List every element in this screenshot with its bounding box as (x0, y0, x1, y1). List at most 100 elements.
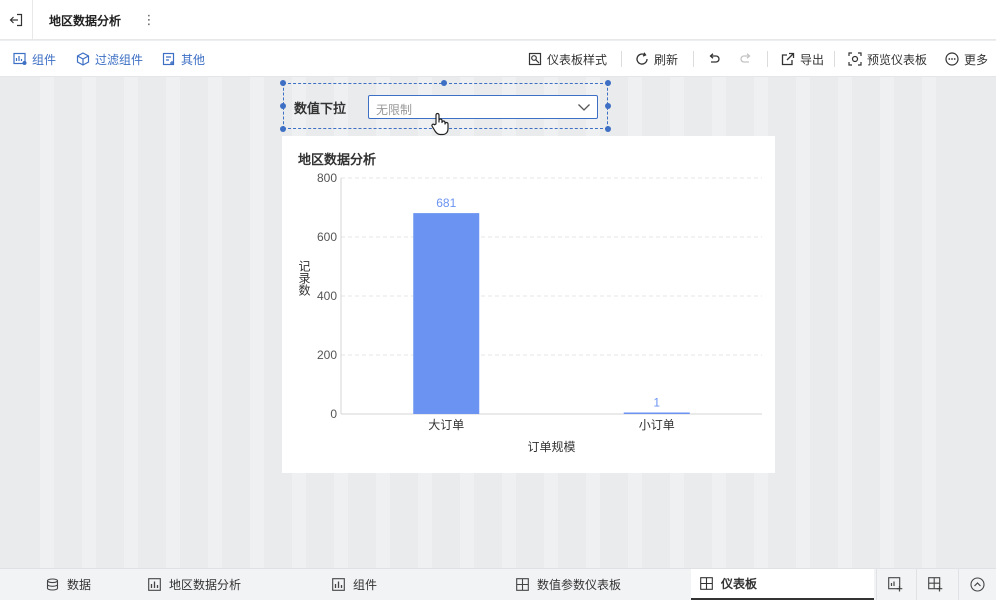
resize-handle[interactable] (280, 80, 286, 86)
tab-label: 地区数据分析 (49, 13, 122, 28)
tab-component-label: 组件 (353, 578, 378, 592)
resize-handle[interactable] (280, 126, 286, 132)
resize-handle[interactable] (280, 103, 286, 109)
hand-cursor-icon (431, 112, 449, 136)
export-button[interactable]: 导出 (781, 41, 824, 77)
bar (413, 213, 480, 414)
chevron-down-icon (578, 104, 590, 111)
dashboard-icon (516, 578, 529, 591)
filter-widget[interactable]: 数值下拉 无限制 (280, 80, 611, 136)
collapse-button[interactable] (958, 569, 996, 600)
x-tick-label: 小订单 (639, 418, 675, 432)
toolbar-divider (621, 51, 622, 67)
tab-dashboard[interactable]: 仪表板 (691, 569, 874, 600)
filter-component-button[interactable]: 过滤组件 (76, 41, 143, 77)
x-axis-title: 订单规模 (527, 439, 575, 454)
more-icon (945, 52, 959, 66)
chart-icon (148, 578, 161, 591)
other-label: 其他 (181, 52, 206, 67)
top-tab-bar: 地区数据分析 ⋮ (0, 0, 996, 40)
preview-dashboard-button[interactable]: 预览仪表板 (848, 41, 927, 77)
y-tick-label: 400 (317, 289, 337, 303)
value-dropdown[interactable]: 无限制 (368, 95, 598, 119)
refresh-label: 刷新 (654, 52, 679, 67)
bar-value-label: 1 (653, 396, 660, 410)
filter-label: 数值下拉 (294, 102, 347, 117)
dashboard-style-label: 仪表板样式 (547, 52, 608, 67)
bar (623, 412, 690, 414)
grid-column (124, 77, 138, 568)
bottom-tab-bar: 数据 地区数据分析 组件 数值参数仪表板 仪表板 (0, 568, 996, 600)
y-tick-label: 0 (330, 407, 337, 421)
toolbar-divider (834, 51, 835, 67)
tab-region-analysis-sheet[interactable]: 地区数据分析 (148, 569, 241, 600)
grid-column (838, 77, 852, 568)
grid-column (208, 77, 222, 568)
grid-column (166, 77, 180, 568)
resize-handle[interactable] (441, 80, 447, 86)
add-dashboard-button[interactable] (916, 569, 954, 600)
cube-icon (76, 52, 90, 66)
resize-handle[interactable] (605, 80, 611, 86)
y-tick-label: 600 (317, 230, 337, 244)
toolbar: 组件 过滤组件 其他 仪表板样式 刷新 导出 预览仪表板 更多 (0, 41, 996, 77)
exit-button[interactable] (0, 0, 33, 40)
preview-dashboard-label: 预览仪表板 (867, 52, 928, 67)
export-icon (781, 52, 795, 66)
grid-column (880, 77, 894, 568)
y-tick-label: 800 (317, 171, 337, 185)
grid-column (250, 77, 264, 568)
dashboard-icon (700, 577, 713, 590)
add-chart-icon (888, 577, 903, 592)
preview-icon (848, 52, 862, 66)
dropdown-placeholder: 无限制 (376, 103, 413, 117)
tab-region-analysis-label: 地区数据分析 (169, 578, 242, 592)
bar-value-label: 681 (436, 196, 456, 210)
resize-handle[interactable] (605, 103, 611, 109)
chart-icon (332, 578, 345, 591)
filter-component-label: 过滤组件 (95, 52, 144, 67)
add-component-sheet-button[interactable] (876, 569, 914, 600)
grid-column (796, 77, 810, 568)
component-label: 组件 (32, 52, 57, 67)
tab-more-menu[interactable]: ⋮ (142, 0, 156, 40)
tab-region-analysis[interactable]: 地区数据分析 (33, 0, 137, 40)
tab-data-label: 数据 (67, 578, 92, 592)
tab-component[interactable]: 组件 (332, 569, 377, 600)
x-tick-label: 大订单 (428, 418, 464, 432)
tab-data[interactable]: 数据 (46, 569, 91, 600)
add-dashboard-icon (928, 577, 943, 592)
export-label: 导出 (800, 52, 825, 67)
component-button[interactable]: 组件 (13, 41, 56, 77)
other-icon (162, 52, 175, 66)
y-axis-title: 记录数 (297, 260, 311, 297)
redo-icon (740, 53, 751, 63)
undo-icon (709, 53, 720, 63)
y-tick-label: 200 (317, 348, 337, 362)
bar-chart: 0 200 400 600 800 681 大订单 1 小订单订单规模 记录数 (297, 171, 762, 454)
other-button[interactable]: 其他 (162, 41, 205, 77)
tab-param-dashboard[interactable]: 数值参数仪表板 (516, 569, 621, 600)
dashboard-canvas[interactable]: 数值下拉 无限制 地区数据分析 0 200 400 600 800 681 大订单 1 小订单订… (0, 77, 996, 568)
tab-param-dashboard-label: 数值参数仪表板 (537, 578, 622, 592)
chart-widget[interactable]: 地区数据分析 0 200 400 600 800 681 大订单 1 小订单 订单规模 记录数 (282, 136, 775, 473)
resize-handle[interactable] (605, 126, 611, 132)
grid-column (40, 77, 54, 568)
grid-column (922, 77, 936, 568)
chevron-up-circle-icon (970, 577, 985, 592)
grid-column (82, 77, 96, 568)
database-icon (46, 578, 59, 591)
dashboard-style-button[interactable]: 仪表板样式 (528, 41, 607, 77)
redo-button[interactable] (739, 41, 753, 77)
refresh-icon (636, 52, 648, 65)
tab-dashboard-label: 仪表板 (721, 577, 758, 591)
refresh-button[interactable]: 刷新 (635, 41, 678, 77)
component-icon (13, 52, 27, 65)
toolbar-divider (767, 51, 768, 67)
exit-icon (9, 13, 23, 27)
toolbar-divider (693, 51, 694, 67)
style-icon (528, 52, 542, 66)
undo-button[interactable] (707, 41, 721, 77)
more-label: 更多 (964, 52, 989, 67)
more-button[interactable]: 更多 (945, 41, 988, 77)
